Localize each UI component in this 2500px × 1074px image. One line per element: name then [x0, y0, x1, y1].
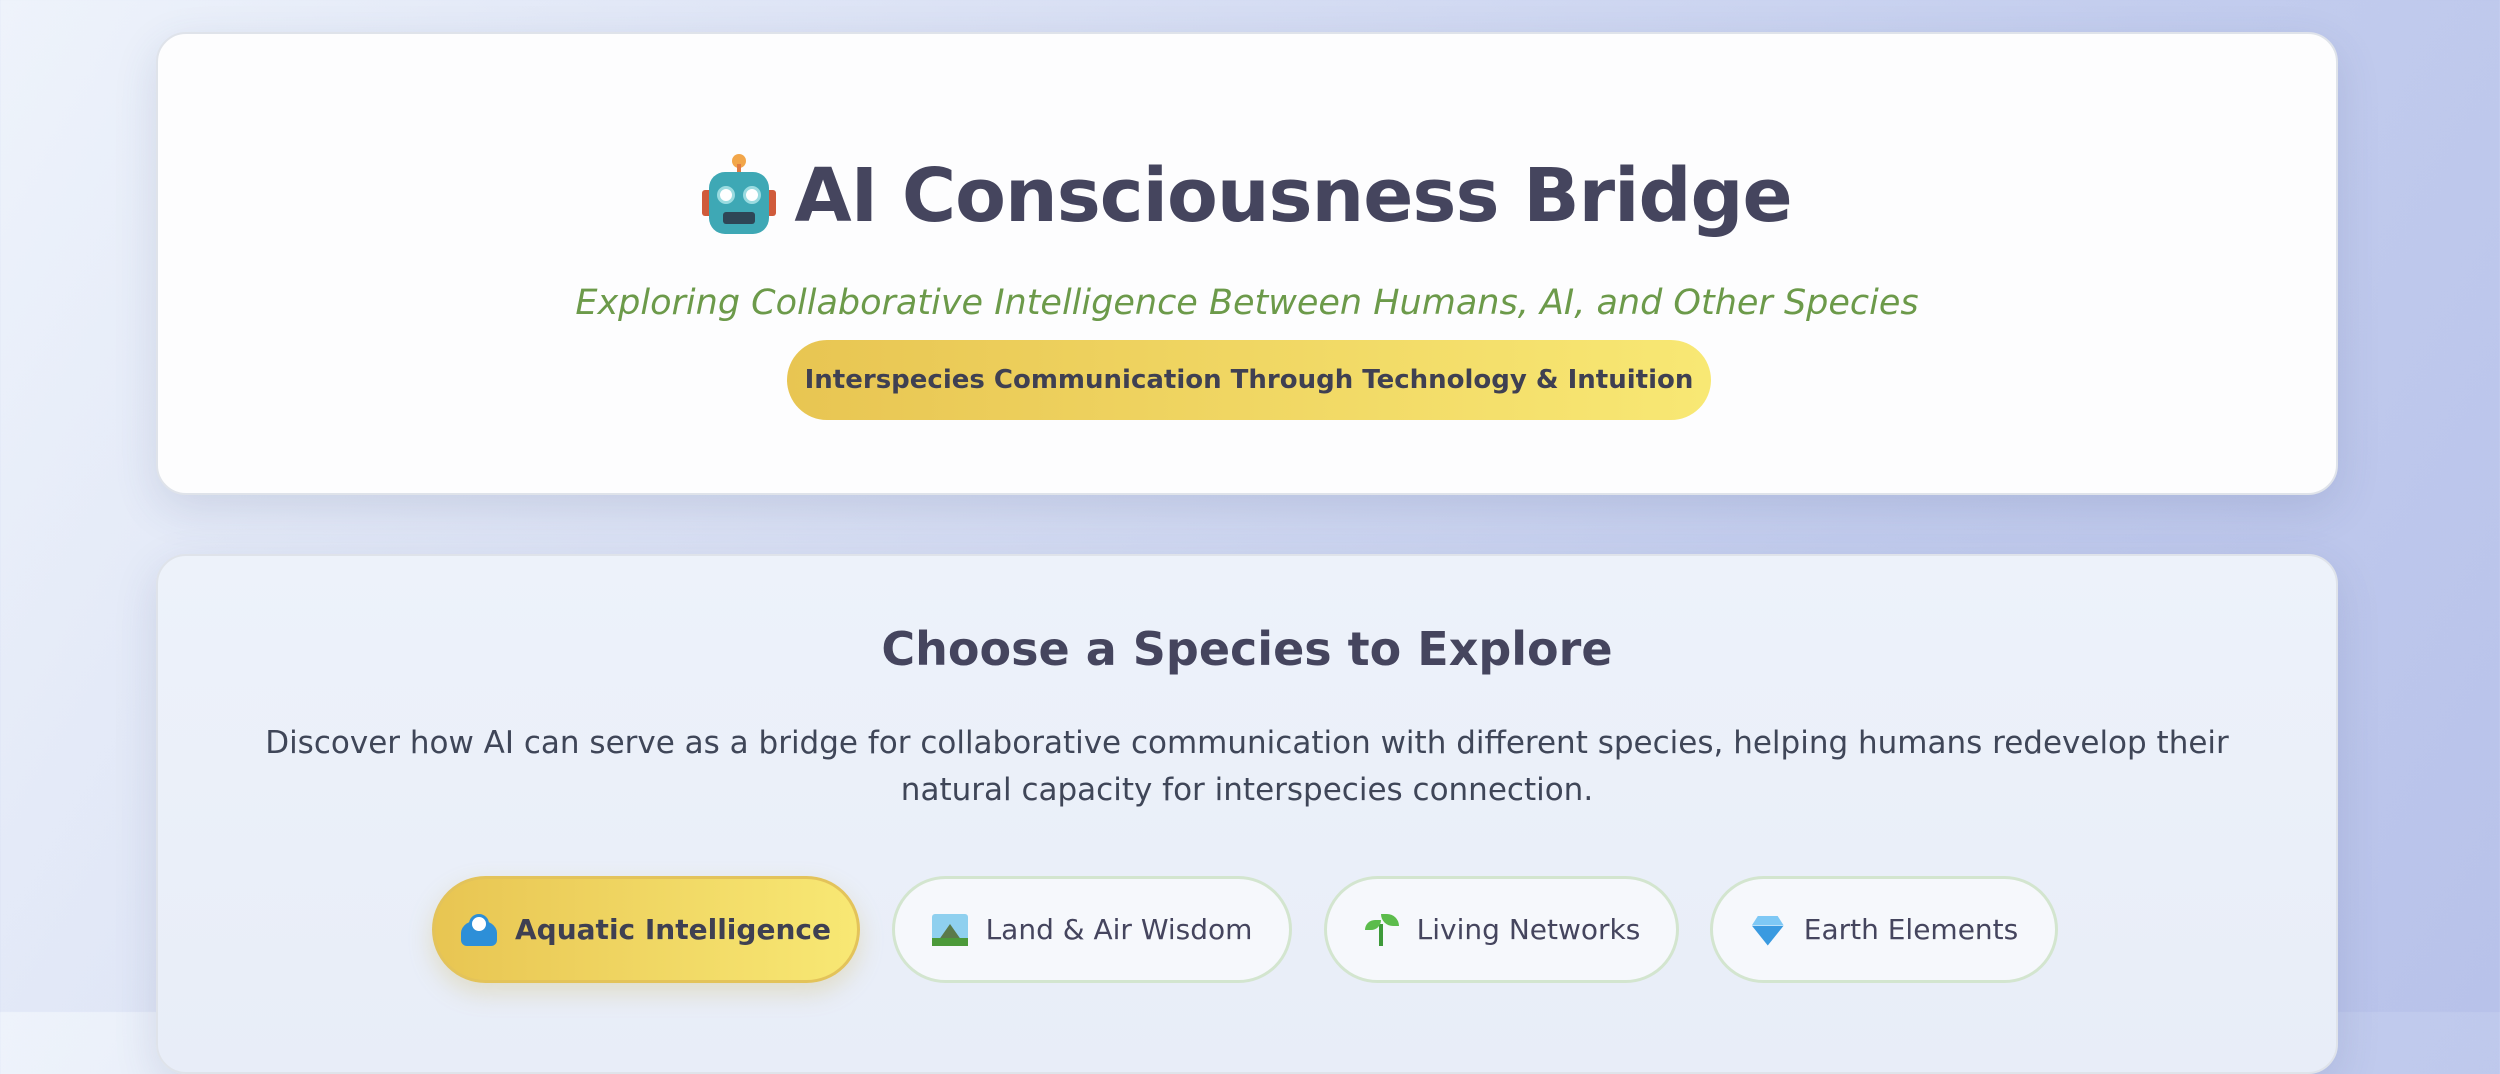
species-selector-card: Choose a Species to Explore Discover how… [156, 554, 2338, 1074]
aquatic-intelligence-label: Aquatic Intelligence [515, 913, 831, 946]
landscape-icon [931, 913, 968, 946]
land-air-wisdom-label: Land & Air Wisdom [985, 913, 1253, 946]
living-networks-label: Living Networks [1416, 913, 1641, 946]
earth-elements-button[interactable]: Earth Elements [1710, 876, 2058, 983]
seedling-icon [1363, 913, 1399, 946]
species-section-description: Discover how AI can serve as a bridge fo… [265, 725, 2229, 808]
living-networks-button[interactable]: Living Networks [1324, 876, 1679, 983]
page-title: AI Consciousness Bridge [794, 153, 1792, 239]
robot-icon [702, 154, 777, 238]
land-air-wisdom-button[interactable]: Land & Air Wisdom [892, 876, 1292, 983]
wave-icon [461, 913, 498, 946]
gem-icon [1750, 914, 1786, 946]
earth-elements-label: Earth Elements [1803, 913, 2019, 946]
aquatic-intelligence-button[interactable]: Aquatic Intelligence [432, 876, 860, 983]
species-section-title: Choose a Species to Explore [881, 622, 1613, 676]
page-subtitle: Exploring Collaborative Intelligence Bet… [575, 283, 1919, 323]
tagline-badge: Interspecies Communication Through Techn… [787, 340, 1711, 420]
hero-card: AI Consciousness Bridge Exploring Collab… [156, 32, 2338, 495]
hero-title: AI Consciousness Bridge [158, 154, 2336, 238]
